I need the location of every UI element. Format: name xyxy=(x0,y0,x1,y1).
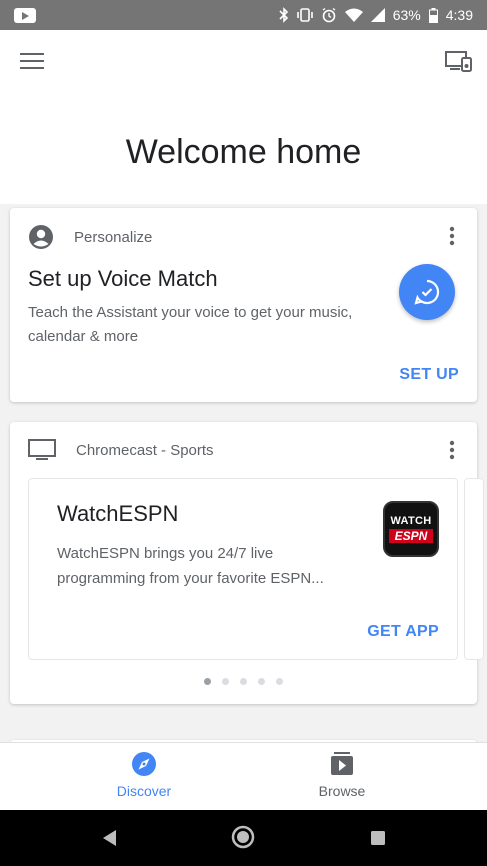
battery-percent: 63% xyxy=(392,7,421,23)
more-vert-icon[interactable] xyxy=(449,440,455,460)
wifi-icon xyxy=(344,8,363,22)
more-vert-icon[interactable] xyxy=(449,226,455,246)
vibrate-icon xyxy=(296,8,313,22)
voice-match-card[interactable]: Personalize Set up Voice Match Teach the… xyxy=(10,208,477,402)
card-header: Personalize xyxy=(28,224,152,250)
item-title: WatchESPN xyxy=(57,501,179,526)
account-icon xyxy=(29,225,53,249)
clock: 4:39 xyxy=(445,7,473,23)
back-icon[interactable] xyxy=(100,828,118,848)
page-dot[interactable] xyxy=(204,678,211,685)
bottom-navigation: Discover Browse xyxy=(0,742,487,810)
signal-icon xyxy=(370,8,385,22)
nav-discover[interactable]: Discover xyxy=(84,751,204,799)
card-header: Chromecast - Sports xyxy=(28,438,214,462)
compass-icon xyxy=(132,752,156,776)
nav-label: Browse xyxy=(318,783,366,799)
nav-browse[interactable]: Browse xyxy=(282,751,402,799)
chromecast-sports-card: Chromecast - Sports WatchESPN WatchESPN … xyxy=(10,422,484,704)
tv-icon xyxy=(28,439,56,460)
watchespn-item[interactable]: WatchESPN WatchESPN brings you 24/7 live… xyxy=(28,478,458,660)
cast-device-icon[interactable] xyxy=(445,49,473,73)
page-dot[interactable] xyxy=(222,678,229,685)
page-dot[interactable] xyxy=(276,678,283,685)
page-dot[interactable] xyxy=(240,678,247,685)
card-category: Chromecast - Sports xyxy=(76,441,214,459)
card-title: Set up Voice Match xyxy=(28,266,218,291)
carousel-pagination xyxy=(10,678,477,685)
home-icon[interactable] xyxy=(231,825,255,849)
page-dot[interactable] xyxy=(258,678,265,685)
get-app-button[interactable]: GET APP xyxy=(367,623,439,641)
card-description: Teach the Assistant your voice to get yo… xyxy=(28,304,353,345)
voice-match-icon xyxy=(414,279,440,305)
page-title: Welcome home xyxy=(0,92,487,204)
next-item-peek[interactable] xyxy=(464,478,484,660)
item-description-line: WatchESPN brings you 24/7 live xyxy=(57,545,274,562)
feed[interactable]: Welcome home Personalize Set up Voice Ma… xyxy=(0,92,487,742)
logo-text-bottom: ESPN xyxy=(389,529,433,543)
card-category: Personalize xyxy=(74,228,153,246)
browse-icon xyxy=(331,752,353,775)
battery-icon xyxy=(428,7,438,23)
system-navigation-bar xyxy=(0,810,487,866)
app-header xyxy=(0,30,487,92)
status-bar: 63% 4:39 xyxy=(0,0,487,30)
nav-label: Discover xyxy=(116,783,172,799)
item-description: WatchESPN brings you 24/7 live programmi… xyxy=(57,541,357,591)
logo-text-top: WATCH xyxy=(390,515,432,527)
watchespn-logo: WATCH ESPN xyxy=(383,501,439,557)
youtube-notification-icon xyxy=(14,7,36,23)
voice-match-button[interactable] xyxy=(399,264,455,320)
set-up-button[interactable]: SET UP xyxy=(399,366,459,384)
alarm-icon xyxy=(322,7,336,23)
bluetooth-icon xyxy=(279,7,288,23)
recents-icon[interactable] xyxy=(370,830,386,846)
item-description-line: programming from your favorite ESPN... xyxy=(57,570,324,587)
menu-icon[interactable] xyxy=(20,52,44,70)
